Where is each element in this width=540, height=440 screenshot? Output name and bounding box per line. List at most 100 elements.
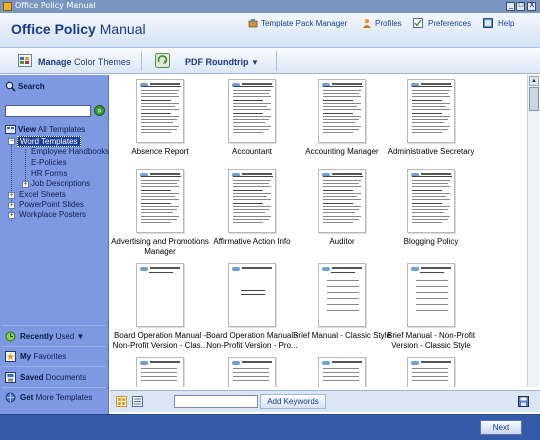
thumbnail-view-icon[interactable] xyxy=(116,396,127,407)
profiles-link[interactable]: Profiles xyxy=(375,19,402,28)
toolbar: Manage Color Themes PDF Roundtrip ▼ xyxy=(0,48,540,74)
close-button[interactable]: X xyxy=(527,2,536,11)
document-preview xyxy=(407,263,455,327)
minimize-button[interactable]: _ xyxy=(506,2,515,11)
wizard-footer: Next xyxy=(0,414,540,440)
expand-job-descriptions[interactable]: + xyxy=(22,181,29,188)
preferences-link[interactable]: Preferences xyxy=(428,19,471,28)
recently-used-icon xyxy=(5,331,16,342)
pdf-roundtrip-button[interactable]: PDF Roundtrip ▼ xyxy=(185,57,259,67)
document-preview xyxy=(136,169,184,233)
get-more-templates-icon xyxy=(5,392,16,403)
document-preview[interactable] xyxy=(407,357,455,387)
collapse-word-templates[interactable]: − xyxy=(8,138,15,145)
sidebar: Search » View All Templates − Word Templ… xyxy=(0,75,109,415)
get-more-templates-button[interactable]: Get More Templates xyxy=(20,393,92,402)
vertical-scrollbar[interactable]: ▲ xyxy=(527,75,539,387)
tree-item-word-templates[interactable]: Word Templates xyxy=(17,136,81,147)
template-title: Brief Manual - Classic Style xyxy=(293,331,391,340)
tree-item-excel-sheets[interactable]: Excel Sheets xyxy=(19,190,66,199)
saved-documents-button[interactable]: Saved Documents xyxy=(20,373,86,382)
view-all-templates[interactable]: View All Templates xyxy=(18,125,85,134)
template-thumbnail[interactable]: Affirmative Action Info xyxy=(202,169,302,255)
list-view-icon[interactable] xyxy=(132,396,143,407)
template-title: Board Operation Manual - Non-Profit Versi… xyxy=(112,331,208,350)
template-thumbnail[interactable]: Absence Report xyxy=(110,79,210,165)
toolbar-divider xyxy=(141,51,142,71)
my-favorites-button[interactable]: My Favorites xyxy=(20,352,66,361)
template-thumbnail[interactable]: Accountant xyxy=(202,79,302,165)
scroll-thumb[interactable] xyxy=(529,87,539,111)
document-preview[interactable] xyxy=(228,357,276,387)
scroll-up-arrow[interactable]: ▲ xyxy=(529,76,539,86)
document-preview xyxy=(228,169,276,233)
pdf-roundtrip-icon xyxy=(155,53,170,68)
save-icon[interactable] xyxy=(518,396,529,407)
saved-documents-icon xyxy=(5,372,16,383)
document-preview xyxy=(318,79,366,143)
next-button[interactable]: Next xyxy=(480,420,522,435)
document-preview xyxy=(407,79,455,143)
keyword-bar: Add Keywords xyxy=(110,390,540,412)
search-go-button[interactable]: » xyxy=(94,105,105,116)
tree-item-employee-handbooks[interactable]: Employee Handbooks xyxy=(31,147,109,156)
template-title: Advertising and Promotions Manager xyxy=(111,237,209,256)
expand-workplace-posters[interactable]: + xyxy=(8,212,15,219)
document-preview[interactable] xyxy=(318,357,366,387)
tree-item-hr-forms[interactable]: HR Forms xyxy=(31,169,67,178)
tree-connector xyxy=(11,145,12,221)
preferences-icon xyxy=(413,18,423,28)
expand-powerpoint-slides[interactable]: + xyxy=(8,202,15,209)
template-thumbnail[interactable]: Advertising and Promotions Manager xyxy=(110,169,210,256)
window-title: Office Policy Manual xyxy=(15,1,96,10)
template-title: Affirmative Action Info xyxy=(213,237,291,246)
maximize-button[interactable]: □ xyxy=(516,2,525,11)
tree-item-e-policies[interactable]: E-Policies xyxy=(31,158,67,167)
manage-color-themes-button[interactable]: Manage Color Themes xyxy=(38,57,130,67)
document-preview[interactable] xyxy=(136,357,184,387)
template-thumbnail[interactable]: Administrative Secretary xyxy=(381,79,481,165)
document-preview xyxy=(136,263,184,327)
keyword-input[interactable] xyxy=(174,395,258,408)
template-grid: Absence Report Accountant Accounting Manag… xyxy=(110,75,527,387)
sidebar-divider xyxy=(2,366,106,367)
template-title: Administrative Secretary xyxy=(387,147,475,156)
add-keywords-button[interactable]: Add Keywords xyxy=(260,394,326,409)
template-title: Accounting Manager xyxy=(305,147,379,156)
toolbar-divider xyxy=(276,51,277,71)
template-thumbnail[interactable]: Board Operation Manual - Non-Profit Versi… xyxy=(110,263,210,350)
template-thumbnail[interactable]: Brief Manual - Non-Profit Version - Class… xyxy=(381,263,481,350)
search-input[interactable] xyxy=(5,105,91,117)
document-preview xyxy=(407,169,455,233)
document-preview xyxy=(136,79,184,143)
expand-excel-sheets[interactable]: + xyxy=(8,192,15,199)
tree-connector xyxy=(25,149,26,185)
help-link[interactable]: Help xyxy=(498,19,514,28)
document-preview xyxy=(228,79,276,143)
template-title: Absence Report xyxy=(131,147,189,156)
tree-item-powerpoint-slides[interactable]: PowerPoint Slides xyxy=(19,200,84,209)
template-title: Brief Manual - Non-Profit Version - Class… xyxy=(386,331,476,350)
chevron-down-icon: ▼ xyxy=(251,58,259,67)
template-thumbnail[interactable]: Board Operation Manual - Non-Profit Versi… xyxy=(202,263,302,350)
app-header: Office Policy Manual Template Pack Manag… xyxy=(0,13,540,48)
template-thumbnail[interactable]: Blogging Policy xyxy=(381,169,481,255)
favorites-icon xyxy=(5,351,16,362)
template-thumbnail[interactable]: Auditor xyxy=(292,169,392,255)
recently-used-button[interactable]: Recently Used ▼ xyxy=(20,332,84,341)
package-icon xyxy=(248,19,258,28)
color-themes-icon xyxy=(18,54,32,67)
document-preview xyxy=(228,263,276,327)
sidebar-divider xyxy=(2,325,106,326)
template-thumbnail[interactable]: Brief Manual - Classic Style xyxy=(292,263,392,349)
template-title: Accountant xyxy=(231,147,273,156)
template-thumbnail[interactable]: Accounting Manager xyxy=(292,79,392,165)
tree-item-workplace-posters[interactable]: Workplace Posters xyxy=(19,210,86,219)
view-templates-icon xyxy=(5,125,16,134)
document-preview xyxy=(318,263,366,327)
app-brand-title: Office Policy Manual xyxy=(11,21,146,37)
sidebar-divider xyxy=(2,387,106,388)
template-title: Blogging Policy xyxy=(403,237,459,246)
tree-item-job-descriptions[interactable]: Job Descriptions xyxy=(31,179,90,188)
template-pack-manager-link[interactable]: Template Pack Manager xyxy=(261,19,347,28)
